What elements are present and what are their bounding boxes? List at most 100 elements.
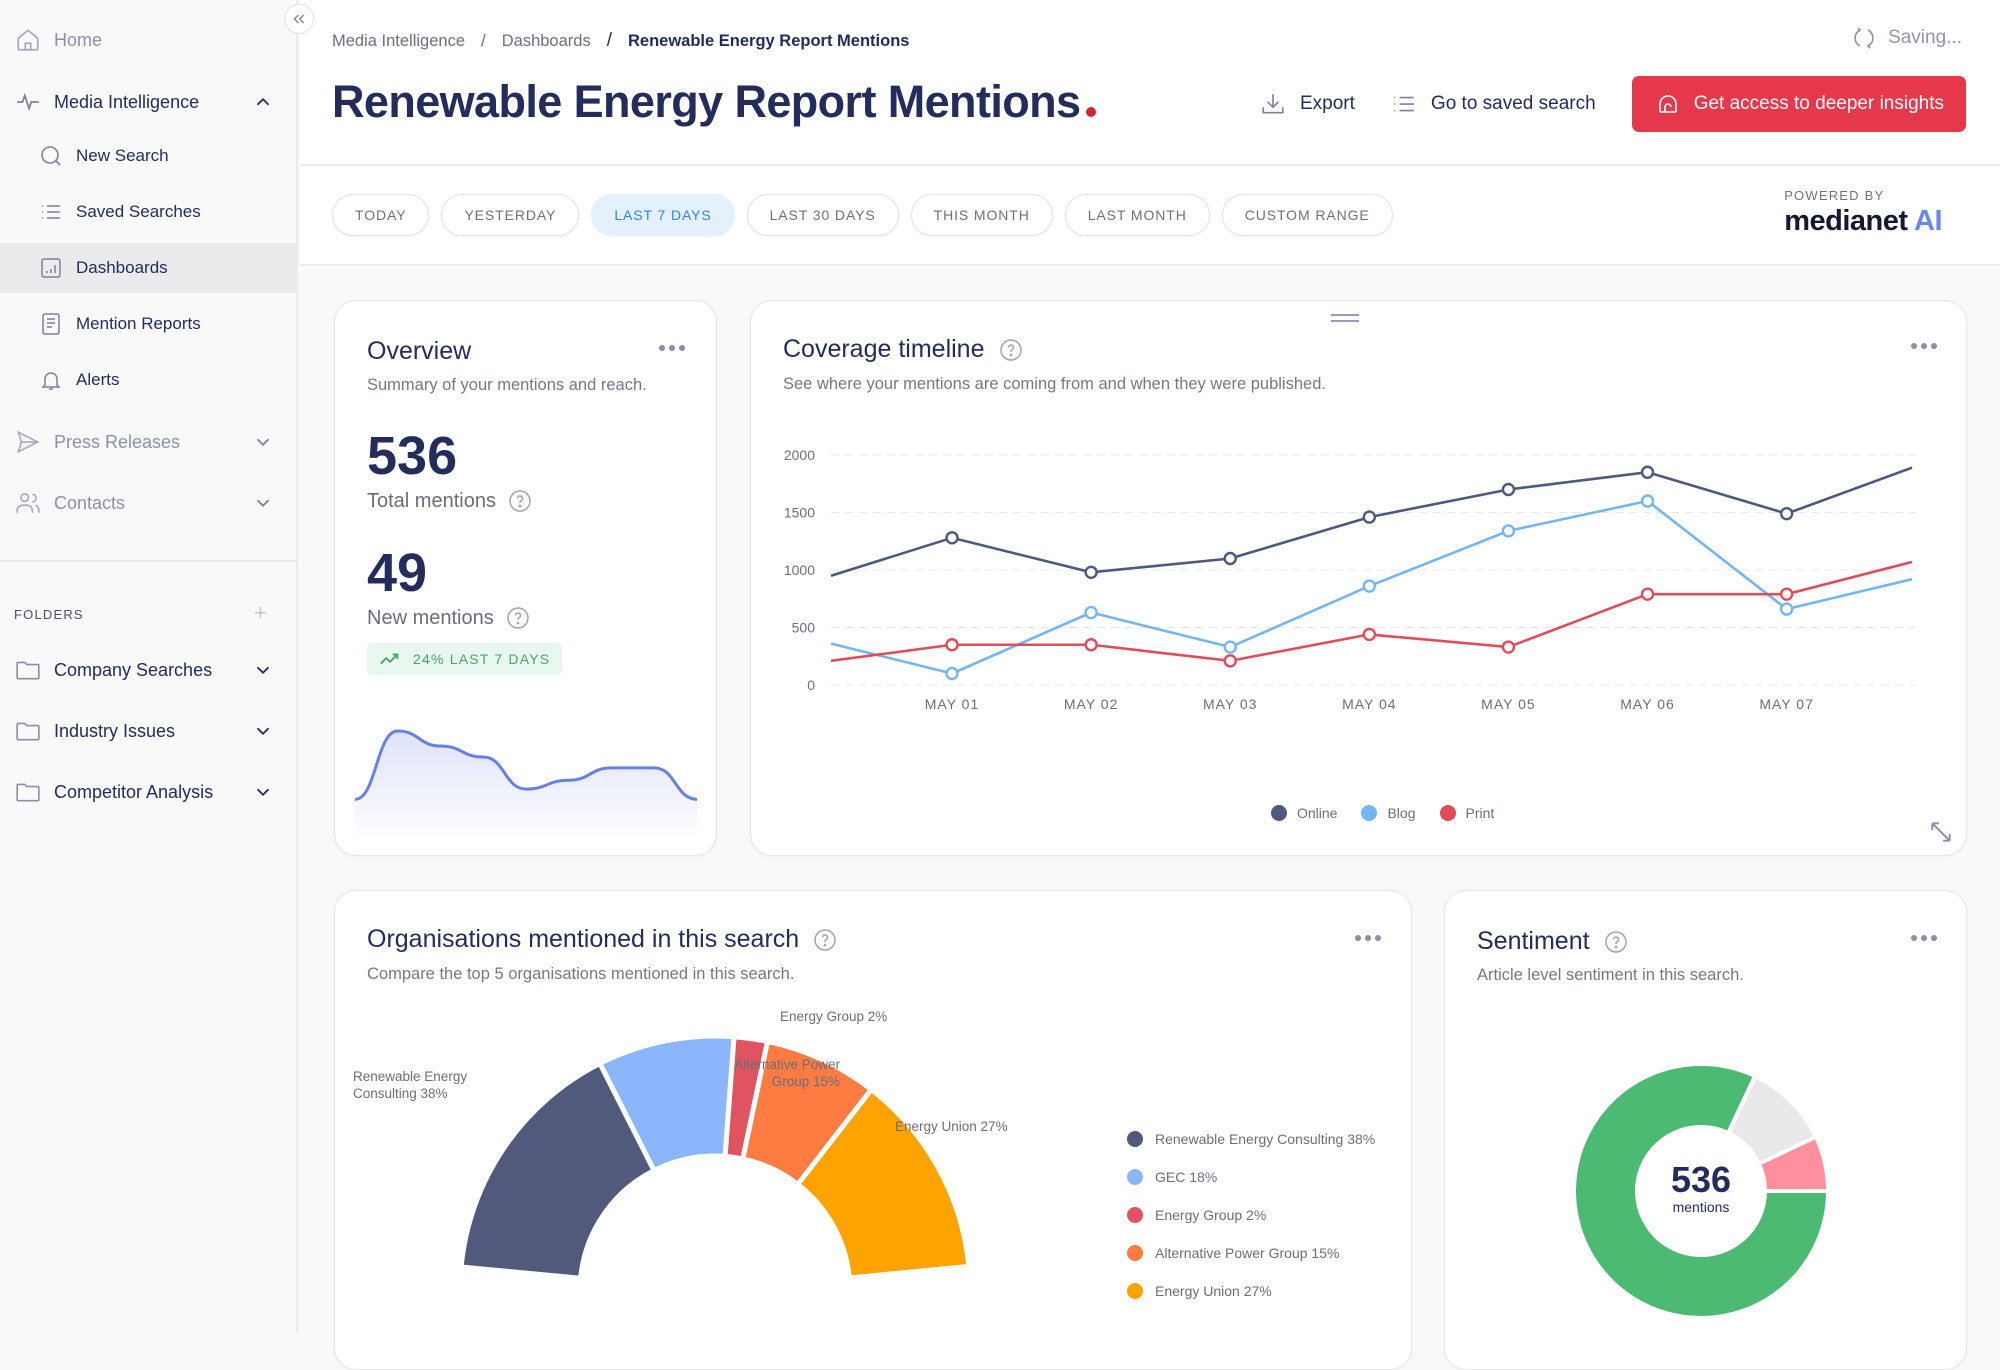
legend-item[interactable]: Energy Group 2%	[1127, 1207, 1375, 1223]
data-point[interactable]	[1362, 579, 1377, 593]
data-point[interactable]	[1223, 654, 1237, 668]
sidebar-item-new-search[interactable]: New Search	[0, 131, 298, 181]
sidebar-item-label: Media Intelligence	[54, 91, 200, 112]
legend-item[interactable]: Print	[1439, 805, 1495, 821]
data-point[interactable]	[1223, 551, 1237, 566]
expand-icon[interactable]	[1928, 819, 1954, 845]
data-point[interactable]	[1501, 482, 1516, 497]
data-point[interactable]	[1084, 638, 1098, 652]
go-to-saved-search-button[interactable]: Go to saved search	[1391, 91, 1596, 117]
sidebar-item-label: Home	[54, 29, 103, 50]
chevron-up-icon[interactable]	[252, 91, 274, 113]
data-point[interactable]	[1779, 506, 1794, 521]
breadcrumb-item[interactable]: Dashboards	[502, 32, 591, 51]
folder-item[interactable]: Competitor Analysis	[0, 767, 298, 817]
card-title: Coverage timeline	[783, 335, 1023, 364]
data-point[interactable]	[945, 666, 959, 681]
legend-item[interactable]: Blog	[1361, 805, 1416, 821]
data-point[interactable]	[1779, 602, 1794, 616]
chevron-down-icon[interactable]	[252, 720, 274, 742]
help-icon[interactable]	[813, 928, 837, 952]
pie-slice-label: Renewable Energy	[353, 1069, 467, 1084]
total-mentions-value: 536	[367, 426, 458, 486]
chip-last-7-days[interactable]: LAST 7 DAYS	[591, 194, 735, 236]
data-point[interactable]	[1084, 605, 1098, 620]
sidebar-item-label: Saved Searches	[76, 202, 201, 221]
help-icon[interactable]	[508, 489, 532, 513]
legend-label: Print	[1465, 805, 1495, 821]
legend-item[interactable]: Alternative Power Group 15%	[1127, 1245, 1375, 1261]
chip-today[interactable]: TODAY	[332, 194, 430, 236]
drag-handle-icon[interactable]	[1331, 313, 1359, 323]
card-subtitle: Summary of your mentions and reach.	[367, 376, 647, 394]
sidebar-item-label: Contacts	[54, 492, 126, 513]
data-point[interactable]	[1362, 627, 1377, 642]
sidebar-item-contacts[interactable]: Contacts	[0, 478, 298, 528]
y-tick-label: 2000	[784, 447, 815, 463]
sidebar-item-alerts[interactable]: Alerts	[0, 355, 298, 405]
chip-last-30-days[interactable]: LAST 30 DAYS	[746, 194, 899, 236]
legend-item[interactable]: Renewable Energy Consulting 38%	[1127, 1131, 1375, 1147]
chip-last-month[interactable]: LAST MONTH	[1064, 194, 1210, 236]
new-mentions-text: New mentions	[367, 606, 494, 629]
folder-label: Industry Issues	[54, 720, 176, 741]
legend-dot	[1361, 805, 1378, 821]
breadcrumb-item[interactable]: Media Intelligence	[332, 32, 465, 51]
help-icon[interactable]	[506, 606, 530, 630]
chevron-down-icon[interactable]	[252, 431, 274, 453]
add-folder-button[interactable]: +	[254, 602, 267, 624]
data-point[interactable]	[945, 531, 959, 545]
sidebar-item-home[interactable]: Home	[0, 15, 298, 65]
folder-item[interactable]: Industry Issues	[0, 706, 298, 756]
help-icon[interactable]	[1604, 930, 1628, 954]
sparkline-area	[355, 731, 697, 843]
more-options-icon[interactable]	[1355, 935, 1381, 941]
sidebar-item-saved-searches[interactable]: Saved Searches	[0, 187, 298, 237]
sync-icon	[1854, 27, 1874, 49]
series-line-print	[830, 560, 1913, 663]
legend-item[interactable]: GEC 18%	[1127, 1169, 1375, 1185]
chevron-down-icon[interactable]	[252, 492, 274, 514]
more-options-icon[interactable]	[1911, 935, 1937, 941]
more-options-icon[interactable]	[659, 345, 685, 351]
y-tick-label: 1000	[784, 562, 815, 578]
sidebar-item-label: Press Releases	[54, 431, 181, 452]
y-tick-label: 0	[807, 677, 815, 693]
data-point[interactable]	[1362, 510, 1377, 524]
export-button[interactable]: Export	[1260, 91, 1355, 117]
card-title-text: Organisations mentioned in this search	[367, 925, 800, 953]
folder-icon	[14, 717, 42, 745]
chip-custom-range[interactable]: CUSTOM RANGE	[1221, 194, 1393, 236]
help-icon[interactable]	[999, 338, 1023, 362]
legend-item[interactable]: Online	[1271, 805, 1337, 821]
folder-item[interactable]: Company Searches	[0, 645, 298, 695]
data-point[interactable]	[1501, 524, 1516, 538]
y-tick-label: 1500	[784, 505, 815, 521]
chip-this-month[interactable]: THIS MONTH	[910, 194, 1053, 236]
data-point[interactable]	[1640, 494, 1655, 508]
data-point[interactable]	[1640, 465, 1655, 479]
data-point[interactable]	[1640, 587, 1655, 601]
sidebar-item-media-intelligence[interactable]: Media Intelligence	[0, 77, 298, 127]
collapse-sidebar-button[interactable]	[284, 4, 314, 34]
more-options-icon[interactable]	[1911, 343, 1937, 349]
legend-dot	[1127, 1131, 1143, 1147]
chip-yesterday[interactable]: YESTERDAY	[441, 194, 580, 236]
sidebar-item-press-releases[interactable]: Press Releases	[0, 417, 298, 467]
total-mentions-text: Total mentions	[367, 489, 496, 512]
chevron-down-icon[interactable]	[252, 781, 274, 803]
sidebar-item-mention-reports[interactable]: Mention Reports	[0, 299, 298, 349]
legend-item[interactable]: Energy Union 27%	[1127, 1283, 1375, 1299]
data-point[interactable]	[1084, 565, 1098, 580]
breadcrumb: Media Intelligence / Dashboards / Renewa…	[332, 30, 909, 52]
card-title: Organisations mentioned in this search	[367, 925, 837, 954]
deeper-insights-button[interactable]: Get access to deeper insights	[1631, 76, 1966, 132]
data-point[interactable]	[945, 638, 959, 652]
data-point[interactable]	[1779, 587, 1794, 601]
brand-logo: medianet AI	[1784, 205, 1942, 238]
data-point[interactable]	[1223, 640, 1237, 654]
data-point[interactable]	[1501, 640, 1516, 654]
card-title: Overview	[367, 337, 471, 366]
chevron-down-icon[interactable]	[252, 659, 274, 681]
sidebar-item-dashboards[interactable]: Dashboards	[0, 243, 298, 293]
